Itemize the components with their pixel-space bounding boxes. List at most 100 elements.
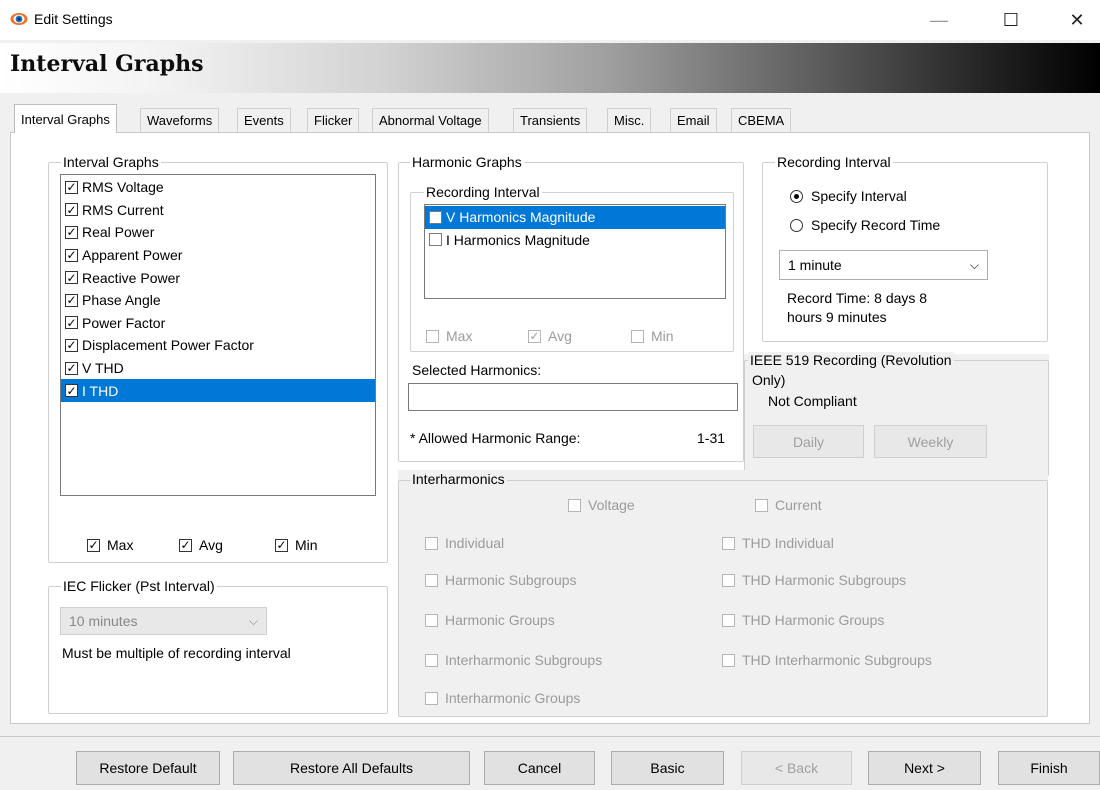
checkbox[interactable]: ✓ bbox=[65, 384, 78, 398]
close-button[interactable]: ✕ bbox=[1054, 0, 1100, 40]
record-time-line2: hours 9 minutes bbox=[787, 309, 887, 325]
radio-icon[interactable] bbox=[790, 218, 803, 232]
checkbox[interactable] bbox=[722, 613, 735, 627]
tab-abnormal-voltage[interactable]: Abnormal Voltage bbox=[372, 108, 489, 132]
chevron-down-icon: ⌵ bbox=[969, 257, 979, 272]
checkbox[interactable]: ✓ bbox=[65, 338, 78, 352]
checkbox[interactable] bbox=[425, 613, 438, 627]
list-item[interactable]: I Harmonics Magnitude bbox=[425, 229, 725, 252]
next-button[interactable]: Next > bbox=[868, 751, 981, 785]
chevron-down-icon: ⌵ bbox=[248, 613, 258, 628]
tab-flicker[interactable]: Flicker bbox=[307, 108, 360, 132]
radio-selected-icon[interactable] bbox=[790, 189, 803, 203]
checkbox[interactable] bbox=[425, 536, 438, 550]
specify-interval-radio[interactable]: Specify Interval bbox=[790, 188, 907, 204]
tab-interval-graphs[interactable]: Interval Graphs bbox=[14, 104, 117, 133]
cancel-button[interactable]: Cancel bbox=[484, 751, 595, 785]
interval-min-checkbox[interactable]: ✓ Min bbox=[275, 537, 318, 553]
checkbox[interactable]: ✓ bbox=[65, 180, 78, 194]
interval-graphs-legend: Interval Graphs bbox=[61, 154, 161, 170]
interval-avg-checkbox[interactable]: ✓ Avg bbox=[179, 537, 223, 553]
basic-button[interactable]: Basic bbox=[611, 751, 724, 785]
thd-harmonic-subgroups-checkbox[interactable]: THD Harmonic Subgroups bbox=[722, 572, 906, 588]
thd-individual-checkbox[interactable]: THD Individual bbox=[722, 535, 834, 551]
harmonic-groups-checkbox[interactable]: Harmonic Groups bbox=[425, 612, 555, 628]
minimize-button[interactable]: — bbox=[916, 0, 962, 40]
maximize-button[interactable]: ☐ bbox=[988, 0, 1034, 40]
harmonic-avg-checkbox[interactable]: ✓ Avg bbox=[528, 328, 572, 344]
checkbox[interactable] bbox=[429, 233, 442, 247]
list-item[interactable]: ✓ Displacement Power Factor bbox=[61, 334, 375, 357]
iec-flicker-legend: IEC Flicker (Pst Interval) bbox=[61, 578, 217, 594]
specify-record-time-radio[interactable]: Specify Record Time bbox=[790, 217, 940, 233]
list-item-selected[interactable]: ✓ I THD bbox=[61, 379, 375, 402]
thd-harmonic-groups-checkbox[interactable]: THD Harmonic Groups bbox=[722, 612, 884, 628]
allowed-range-value: 1-31 bbox=[697, 430, 726, 446]
checkbox[interactable] bbox=[426, 329, 439, 343]
back-button[interactable]: < Back bbox=[741, 751, 852, 785]
list-item[interactable]: ✓ Reactive Power bbox=[61, 266, 375, 289]
checkbox[interactable]: ✓ bbox=[179, 538, 192, 552]
list-item[interactable]: ✓ Real Power bbox=[61, 221, 375, 244]
interharmonics-voltage-checkbox[interactable]: Voltage bbox=[568, 497, 635, 513]
tab-events[interactable]: Events bbox=[237, 108, 291, 132]
list-item-selected[interactable]: V Harmonics Magnitude bbox=[425, 206, 725, 229]
checkbox[interactable]: ✓ bbox=[65, 271, 78, 285]
checkbox[interactable]: ✓ bbox=[65, 361, 78, 375]
page-title: Interval Graphs bbox=[10, 51, 204, 77]
checkbox[interactable] bbox=[722, 653, 735, 667]
list-item[interactable]: ✓ V THD bbox=[61, 357, 375, 380]
harmonic-subgroups-checkbox[interactable]: Harmonic Subgroups bbox=[425, 572, 577, 588]
ieee519-status: Not Compliant bbox=[768, 393, 857, 409]
harmonic-max-checkbox[interactable]: Max bbox=[426, 328, 472, 344]
checkbox[interactable]: ✓ bbox=[65, 248, 78, 262]
selected-harmonics-input[interactable] bbox=[408, 383, 738, 411]
recording-interval-legend: Recording Interval bbox=[775, 154, 893, 170]
finish-button[interactable]: Finish bbox=[998, 751, 1100, 785]
interval-graphs-list[interactable]: ✓ RMS Voltage ✓ RMS Current ✓ Real Power ✓ A… bbox=[60, 174, 376, 496]
list-item[interactable]: ✓ RMS Voltage bbox=[61, 176, 375, 199]
checkbox[interactable] bbox=[722, 536, 735, 550]
checkbox[interactable] bbox=[429, 210, 442, 224]
thd-interharmonic-subgroups-checkbox[interactable]: THD Interharmonic Subgroups bbox=[722, 652, 932, 668]
checkbox[interactable] bbox=[568, 498, 581, 512]
tab-misc[interactable]: Misc. bbox=[607, 108, 652, 132]
tab-transients[interactable]: Transients bbox=[513, 108, 588, 132]
tab-cbema[interactable]: CBEMA bbox=[731, 108, 792, 132]
ieee519-legend-line1: IEEE 519 Recording (Revolution bbox=[748, 352, 954, 368]
restore-all-defaults-button[interactable]: Restore All Defaults bbox=[233, 751, 470, 785]
list-item[interactable]: ✓ RMS Current bbox=[61, 199, 375, 222]
checkbox[interactable]: ✓ bbox=[65, 293, 78, 307]
weekly-button[interactable]: Weekly bbox=[874, 425, 987, 458]
interval-max-checkbox[interactable]: ✓ Max bbox=[87, 537, 133, 553]
restore-default-button[interactable]: Restore Default bbox=[76, 751, 220, 785]
checkbox[interactable] bbox=[425, 691, 438, 705]
recording-interval-select[interactable]: 1 minute ⌵ bbox=[779, 250, 988, 280]
checkbox[interactable] bbox=[755, 498, 768, 512]
interharmonic-subgroups-checkbox[interactable]: Interharmonic Subgroups bbox=[425, 652, 602, 668]
interharmonics-current-checkbox[interactable]: Current bbox=[755, 497, 822, 513]
individual-checkbox[interactable]: Individual bbox=[425, 535, 504, 551]
list-item[interactable]: ✓ Apparent Power bbox=[61, 244, 375, 267]
record-time-line1: Record Time: 8 days 8 bbox=[787, 290, 928, 306]
list-item[interactable]: ✓ Power Factor bbox=[61, 312, 375, 335]
tab-email[interactable]: Email bbox=[670, 108, 717, 132]
harmonic-min-checkbox[interactable]: Min bbox=[631, 328, 674, 344]
daily-button[interactable]: Daily bbox=[753, 425, 864, 458]
interharmonic-groups-checkbox[interactable]: Interharmonic Groups bbox=[425, 690, 580, 706]
checkbox[interactable]: ✓ bbox=[65, 203, 78, 217]
checkbox[interactable] bbox=[425, 653, 438, 667]
interharmonics-group bbox=[398, 480, 1048, 717]
list-item[interactable]: ✓ Phase Angle bbox=[61, 289, 375, 312]
checkbox[interactable] bbox=[425, 573, 438, 587]
checkbox[interactable]: ✓ bbox=[87, 538, 100, 552]
checkbox[interactable]: ✓ bbox=[65, 316, 78, 330]
checkbox[interactable]: ✓ bbox=[65, 225, 78, 239]
checkbox[interactable] bbox=[631, 329, 644, 343]
checkbox[interactable]: ✓ bbox=[528, 329, 541, 343]
pst-interval-select[interactable]: 10 minutes ⌵ bbox=[60, 607, 267, 635]
checkbox[interactable]: ✓ bbox=[275, 538, 288, 552]
checkbox[interactable] bbox=[722, 573, 735, 587]
tab-waveforms[interactable]: Waveforms bbox=[140, 108, 220, 132]
harmonic-graphs-list[interactable]: V Harmonics Magnitude I Harmonics Magnit… bbox=[424, 204, 726, 299]
